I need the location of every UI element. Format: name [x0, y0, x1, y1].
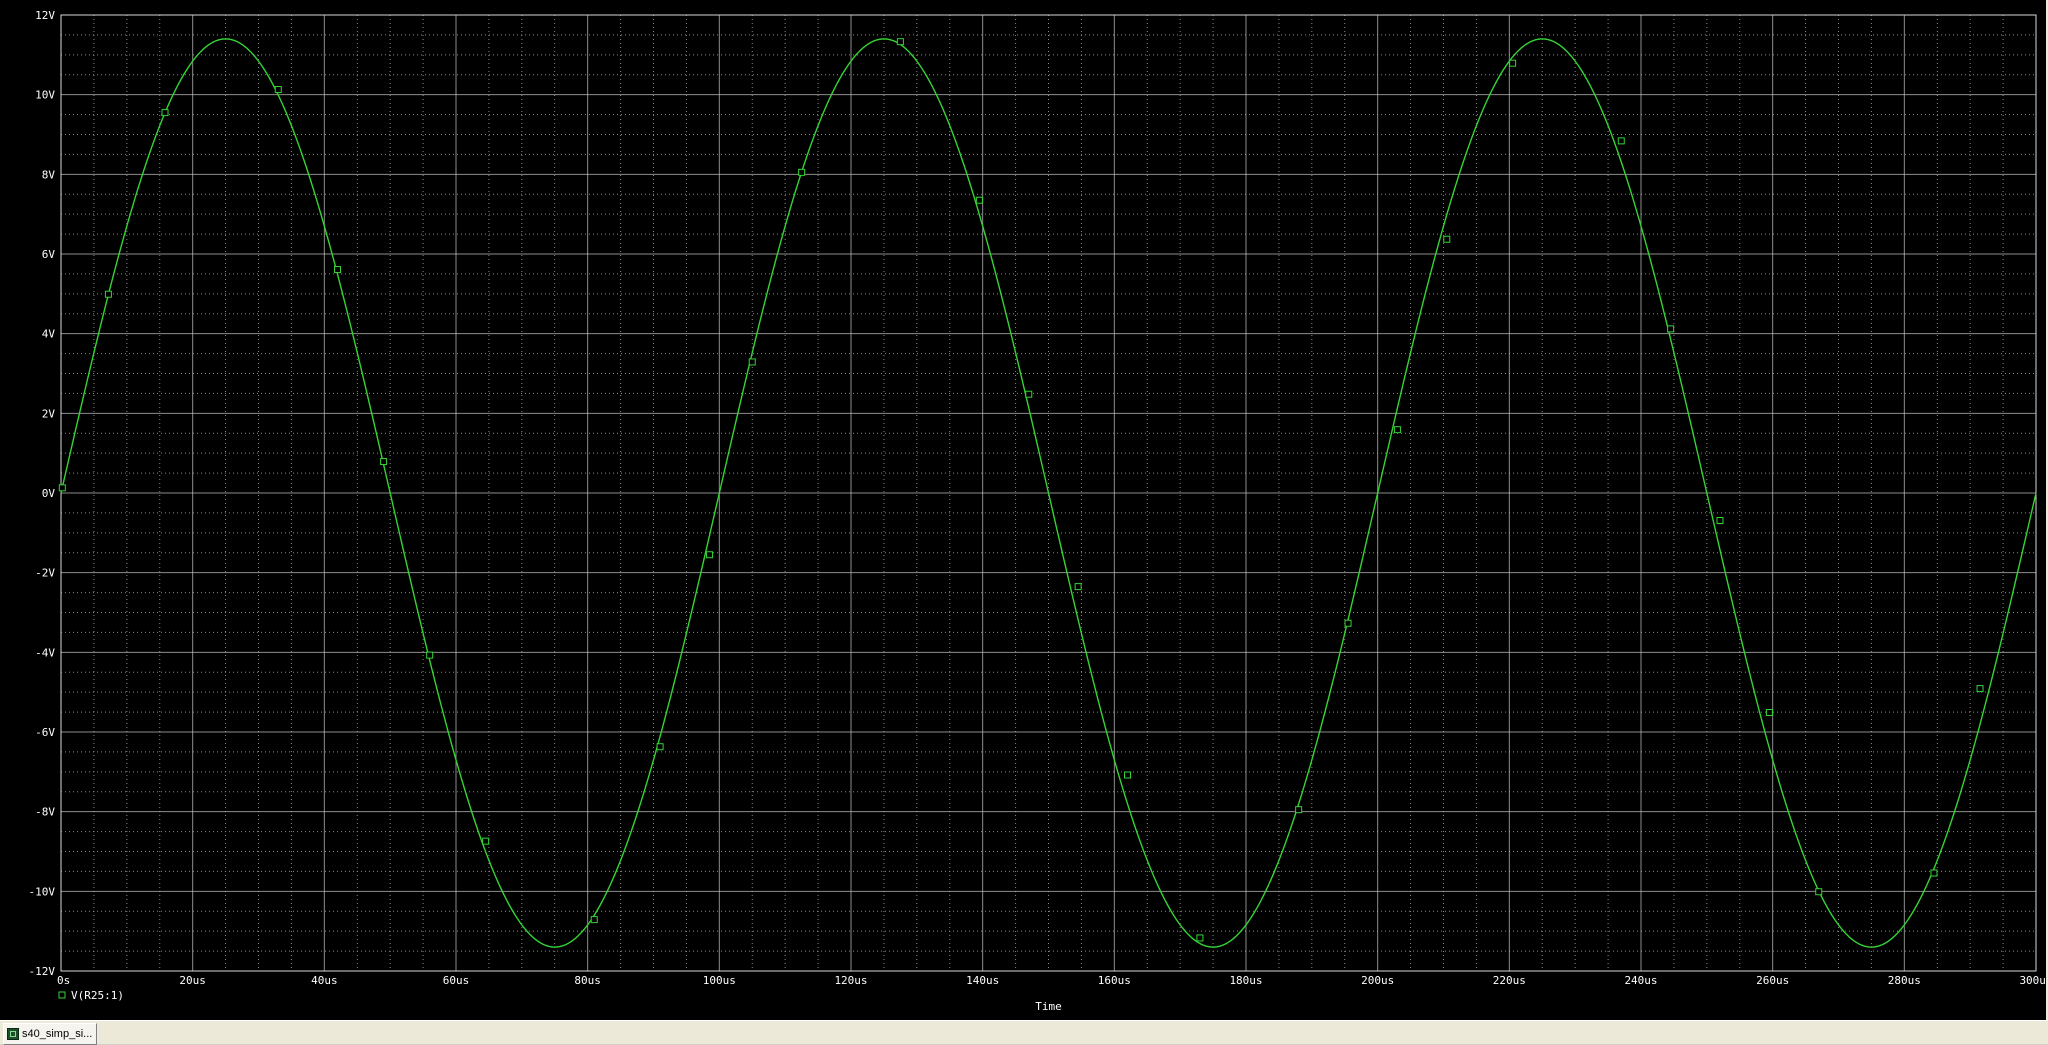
y-tick-label: -6V	[35, 726, 55, 739]
window-tab[interactable]: s40_simp_si...	[3, 1023, 98, 1045]
series-marker	[1295, 806, 1303, 814]
y-tick-label: -12V	[29, 965, 56, 978]
series-marker	[975, 196, 983, 204]
y-tick-label: 12V	[35, 9, 55, 22]
series-marker	[798, 168, 806, 176]
series-marker	[380, 458, 388, 466]
series-marker	[1196, 934, 1204, 942]
series-marker	[1617, 137, 1625, 145]
series-marker	[334, 266, 341, 274]
series-marker	[1393, 426, 1401, 434]
y-tick-label: 6V	[42, 248, 56, 261]
series-marker	[656, 743, 664, 751]
y-tick-label: -2V	[35, 567, 55, 580]
x-tick-label: 20us	[179, 974, 206, 987]
series-marker	[1815, 888, 1823, 896]
x-tick-label: 280us	[1888, 974, 1921, 987]
series-marker	[482, 837, 490, 845]
x-tick-label: 260us	[1756, 974, 1789, 987]
x-tick-label: 200us	[1361, 974, 1394, 987]
x-tick-label: 160us	[1098, 974, 1131, 987]
y-tick-label: 10V	[35, 89, 55, 102]
series-marker	[426, 651, 434, 659]
series-marker	[1124, 771, 1131, 779]
series-marker	[1976, 685, 1984, 693]
probe-plot-window: 12V 10V 8V 6V 4V 2V 0V -2V -4V -6V -8V -10V -12V 0s 2…	[0, 0, 2048, 1020]
series-marker	[58, 484, 66, 492]
x-tick-label: 140us	[966, 974, 999, 987]
x-tick-label: 300us	[2019, 974, 2046, 987]
legend-label: V(R25:1)	[71, 989, 124, 1002]
series-marker	[1025, 390, 1033, 398]
y-tick-label: 8V	[42, 168, 56, 181]
series-marker	[896, 38, 904, 46]
series-marker	[1930, 869, 1938, 877]
series-marker	[1443, 235, 1451, 243]
x-tick-label: 220us	[1493, 974, 1526, 987]
legend-marker-icon	[58, 991, 66, 999]
x-tick-label: 240us	[1624, 974, 1657, 987]
series-marker	[1667, 325, 1675, 333]
series-marker	[1765, 708, 1773, 716]
series-marker	[1074, 583, 1082, 591]
taskbar: s40_simp_si...	[0, 1020, 2048, 1045]
x-tick-label: 40us	[311, 974, 338, 987]
series-marker	[590, 916, 598, 924]
series-marker	[1716, 516, 1724, 524]
x-axis-tick-labels: 0s 20us 40us 60us 80us 100us 120us 140us 160us 18…	[57, 974, 2046, 987]
legend[interactable]: V(R25:1)	[58, 989, 124, 1002]
series-marker	[1344, 619, 1352, 627]
y-tick-label: 0V	[42, 487, 56, 500]
x-tick-label: 120us	[834, 974, 867, 987]
y-tick-label: 2V	[42, 407, 56, 420]
window-tab-label: s40_simp_si...	[22, 1028, 93, 1040]
y-tick-label: -10V	[29, 885, 56, 898]
y-axis-tick-labels: 12V 10V 8V 6V 4V 2V 0V -2V -4V -6V -8V -10V -12V	[29, 9, 56, 978]
y-tick-label: 4V	[42, 328, 56, 341]
series-marker	[705, 551, 713, 559]
x-axis-title: Time	[1035, 1000, 1062, 1013]
series-marker	[1509, 59, 1517, 67]
x-tick-label: 80us	[574, 974, 601, 987]
y-tick-label: -8V	[35, 806, 55, 819]
x-tick-label: 180us	[1229, 974, 1262, 987]
x-tick-label: 60us	[443, 974, 470, 987]
waveform-plot: 12V 10V 8V 6V 4V 2V 0V -2V -4V -6V -8V -10V -12V 0s 2…	[29, 9, 2047, 1013]
series-marker	[274, 85, 282, 93]
y-tick-label: -4V	[35, 646, 55, 659]
x-tick-label: 100us	[703, 974, 736, 987]
series-marker	[104, 290, 112, 298]
series-marker	[748, 358, 756, 366]
x-tick-label: 0s	[57, 974, 70, 987]
series-marker	[161, 109, 169, 117]
probe-window-icon	[7, 1028, 19, 1040]
